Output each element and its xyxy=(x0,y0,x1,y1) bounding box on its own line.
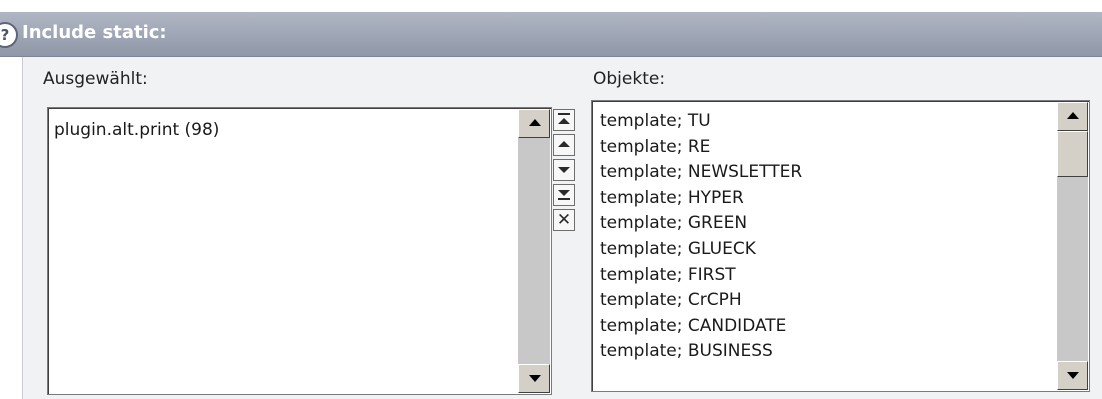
help-icon[interactable]: ? xyxy=(0,22,18,48)
move-to-top-icon xyxy=(558,113,570,115)
move-buttons: ✕ xyxy=(553,109,577,234)
scroll-thumb[interactable] xyxy=(1057,131,1088,177)
list-item[interactable]: template; GREEN xyxy=(600,211,802,237)
list-item[interactable]: template; CANDIDATE xyxy=(600,314,802,340)
arrow-up-icon xyxy=(529,119,541,126)
move-to-bottom-button[interactable] xyxy=(553,184,575,206)
arrow-up-icon xyxy=(1067,112,1079,119)
arrow-down-icon xyxy=(1067,372,1079,379)
up-arrow-icon xyxy=(558,118,570,124)
section-header: ? Include static: xyxy=(0,12,1102,57)
selected-label: Ausgewählt: xyxy=(43,69,148,89)
arrow-down-icon xyxy=(529,375,541,382)
remove-icon: ✕ xyxy=(556,210,572,230)
list-item[interactable]: template; FIRST xyxy=(600,263,802,289)
section-title: Include static: xyxy=(22,22,167,43)
selected-scrollbar[interactable] xyxy=(518,109,550,393)
objects-listbox[interactable]: template; TU template; RE template; NEWS… xyxy=(591,100,1090,392)
list-item[interactable]: template; BUSINESS xyxy=(600,339,802,365)
move-up-button[interactable] xyxy=(553,134,575,156)
move-to-top-button[interactable] xyxy=(553,109,575,131)
list-item[interactable]: template; GLUECK xyxy=(600,237,802,263)
move-up-icon xyxy=(558,141,570,147)
scroll-up-button[interactable] xyxy=(1057,102,1088,131)
objects-label: Objekte: xyxy=(593,69,666,89)
list-item[interactable]: template; RE xyxy=(600,135,802,161)
bottom-bar-icon xyxy=(558,198,570,200)
move-down-button[interactable] xyxy=(553,159,575,181)
scroll-up-button[interactable] xyxy=(518,109,550,138)
scroll-down-button[interactable] xyxy=(518,364,550,393)
move-to-bottom-icon xyxy=(558,190,570,196)
selected-listbox[interactable]: plugin.alt.print (98) xyxy=(47,107,552,395)
scroll-down-button[interactable] xyxy=(1057,361,1088,390)
list-item[interactable]: plugin.alt.print (98) xyxy=(54,118,219,144)
include-static-panel: Ausgewählt: Objekte: plugin.alt.print (9… xyxy=(22,57,1102,399)
remove-button[interactable]: ✕ xyxy=(553,209,575,231)
list-item[interactable]: template; HYPER xyxy=(600,186,802,212)
list-item[interactable]: template; NEWSLETTER xyxy=(600,160,802,186)
list-item[interactable]: template; CrCPH xyxy=(600,288,802,314)
move-down-icon xyxy=(558,167,570,173)
list-item[interactable]: template; TU xyxy=(600,109,802,135)
top-strip xyxy=(0,0,1102,12)
objects-scrollbar[interactable] xyxy=(1057,102,1088,390)
